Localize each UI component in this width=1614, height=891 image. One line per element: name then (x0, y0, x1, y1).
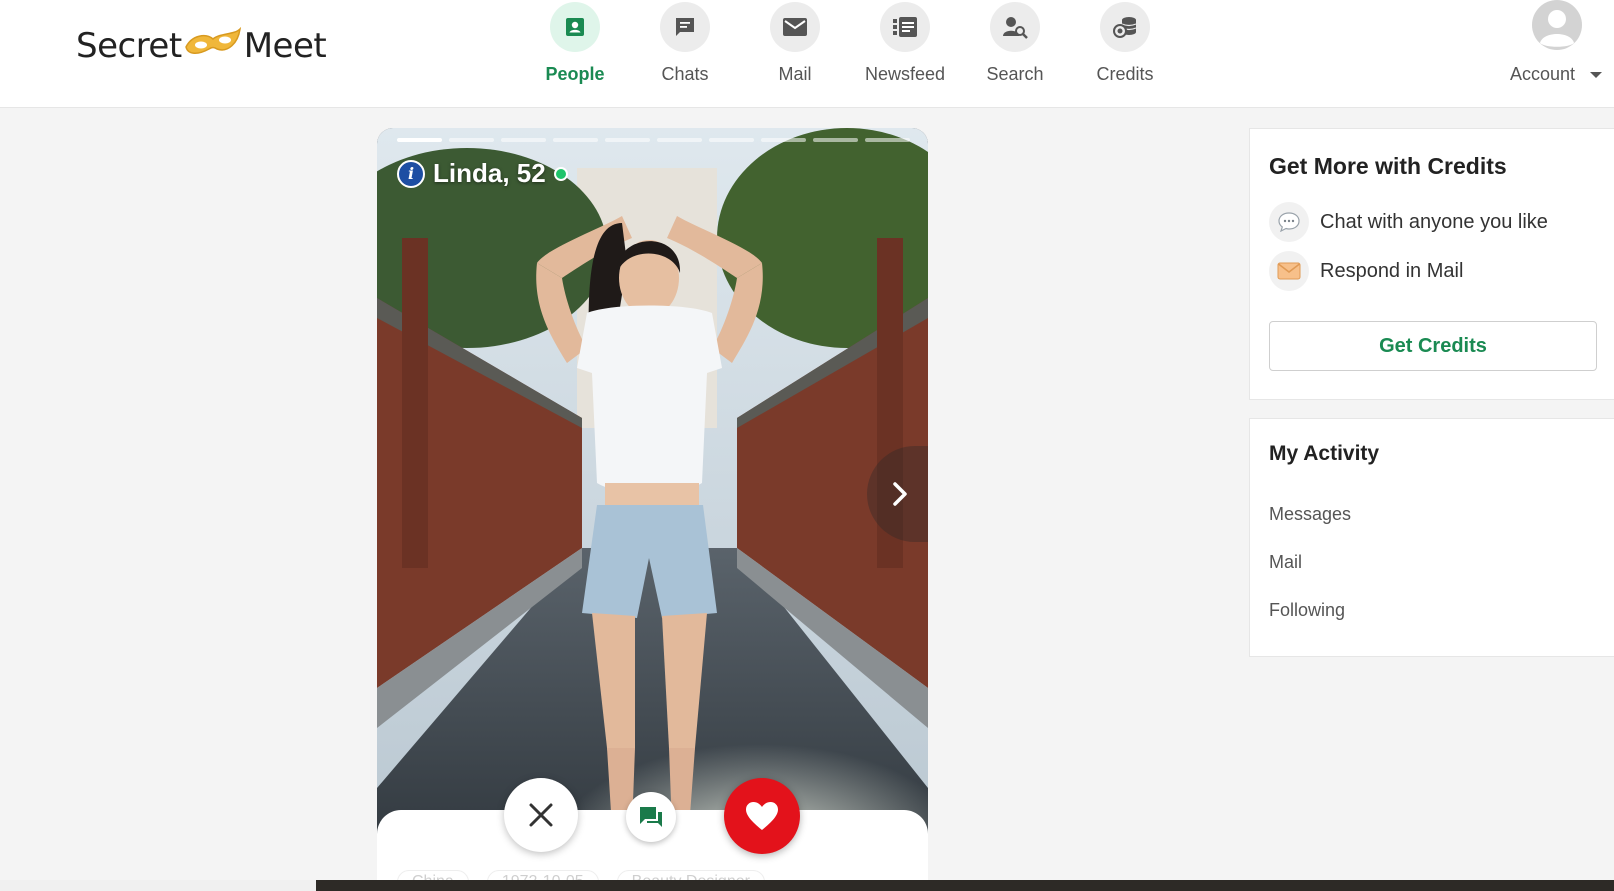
account-label: Account (1510, 64, 1576, 84)
get-credits-button[interactable]: Get Credits (1269, 321, 1597, 371)
mail-icon (770, 2, 820, 52)
nav-item-newsfeed[interactable]: Newsfeed (850, 0, 960, 107)
progress-segment (397, 138, 442, 142)
chat-icon (660, 2, 710, 52)
credits-icon (1100, 2, 1150, 52)
progress-segment (553, 138, 598, 142)
logo-text-secret: Secret (76, 26, 182, 66)
logo-text-meet: Meet (243, 26, 327, 66)
credits-panel: Get More with Credits Chat with anyone y… (1249, 128, 1614, 400)
nav-item-people[interactable]: People (520, 0, 630, 107)
newsfeed-icon (880, 2, 930, 52)
online-status-icon (553, 166, 568, 181)
progress-segment (709, 138, 754, 142)
avatar (1532, 0, 1582, 55)
progress-segment (657, 138, 702, 142)
search-icon (990, 2, 1040, 52)
nav-label-credits: Credits (1096, 64, 1154, 84)
heart-icon (746, 802, 778, 830)
nav-label-search: Search (986, 64, 1044, 84)
nav-label-mail: Mail (778, 64, 812, 84)
profile-photo[interactable] (377, 128, 928, 891)
account-menu[interactable]: Account (1500, 0, 1614, 107)
nav-item-mail[interactable]: Mail (740, 0, 850, 107)
secretmeet-logo[interactable]: Secret Meet (76, 22, 327, 70)
activity-panel: My Activity Messages Mail Following (1249, 418, 1614, 657)
activity-panel-title: My Activity (1269, 442, 1380, 465)
progress-segment (449, 138, 494, 142)
feature-chat-text: Chat with anyone you like (1320, 210, 1548, 233)
nav-item-chats[interactable]: Chats (630, 0, 740, 107)
activity-link-following[interactable]: Following (1269, 600, 1345, 621)
nav-item-search[interactable]: Search (960, 0, 1070, 107)
progress-segment (605, 138, 650, 142)
nav-label-people: People (545, 64, 605, 84)
speech-bubble-icon (1269, 202, 1309, 242)
profile-name-age: Linda, 52 (433, 158, 546, 188)
feature-chat: Chat with anyone you like (1269, 202, 1548, 242)
nav-label-chats: Chats (661, 64, 709, 84)
progress-segment (761, 138, 806, 142)
activity-link-mail[interactable]: Mail (1269, 552, 1302, 573)
credits-panel-title: Get More with Credits (1269, 153, 1507, 179)
nav-item-credits[interactable]: Credits (1070, 0, 1180, 107)
progress-segment (865, 138, 910, 142)
close-icon (529, 803, 553, 827)
progress-segment (501, 138, 546, 142)
feature-mail-text: Respond in Mail (1320, 259, 1464, 282)
pass-button[interactable] (504, 778, 578, 852)
progress-segment (813, 138, 858, 142)
people-icon (550, 2, 600, 52)
top-header: Secret Meet People Chats Mail Newsfeed S… (0, 0, 1614, 108)
nav-label-newsfeed: Newsfeed (864, 64, 946, 84)
profile-header: i Linda, 52 (397, 158, 568, 189)
chat-bubbles-icon (640, 807, 662, 827)
info-icon[interactable]: i (397, 159, 425, 188)
mask-icon (184, 25, 242, 68)
feature-mail: Respond in Mail (1269, 251, 1463, 291)
activity-link-messages[interactable]: Messages (1269, 504, 1351, 525)
chat-button[interactable] (626, 792, 676, 842)
chevron-down-icon (1590, 72, 1602, 78)
os-taskbar (0, 880, 1614, 891)
photo-progress (397, 138, 910, 142)
taskbar-left-area (0, 880, 316, 891)
envelope-icon (1269, 251, 1309, 291)
profile-card: i Linda, 52 China 1972-10-05 Beauty Desi… (377, 128, 928, 891)
chevron-right-icon (893, 482, 907, 506)
like-button[interactable] (724, 778, 800, 854)
